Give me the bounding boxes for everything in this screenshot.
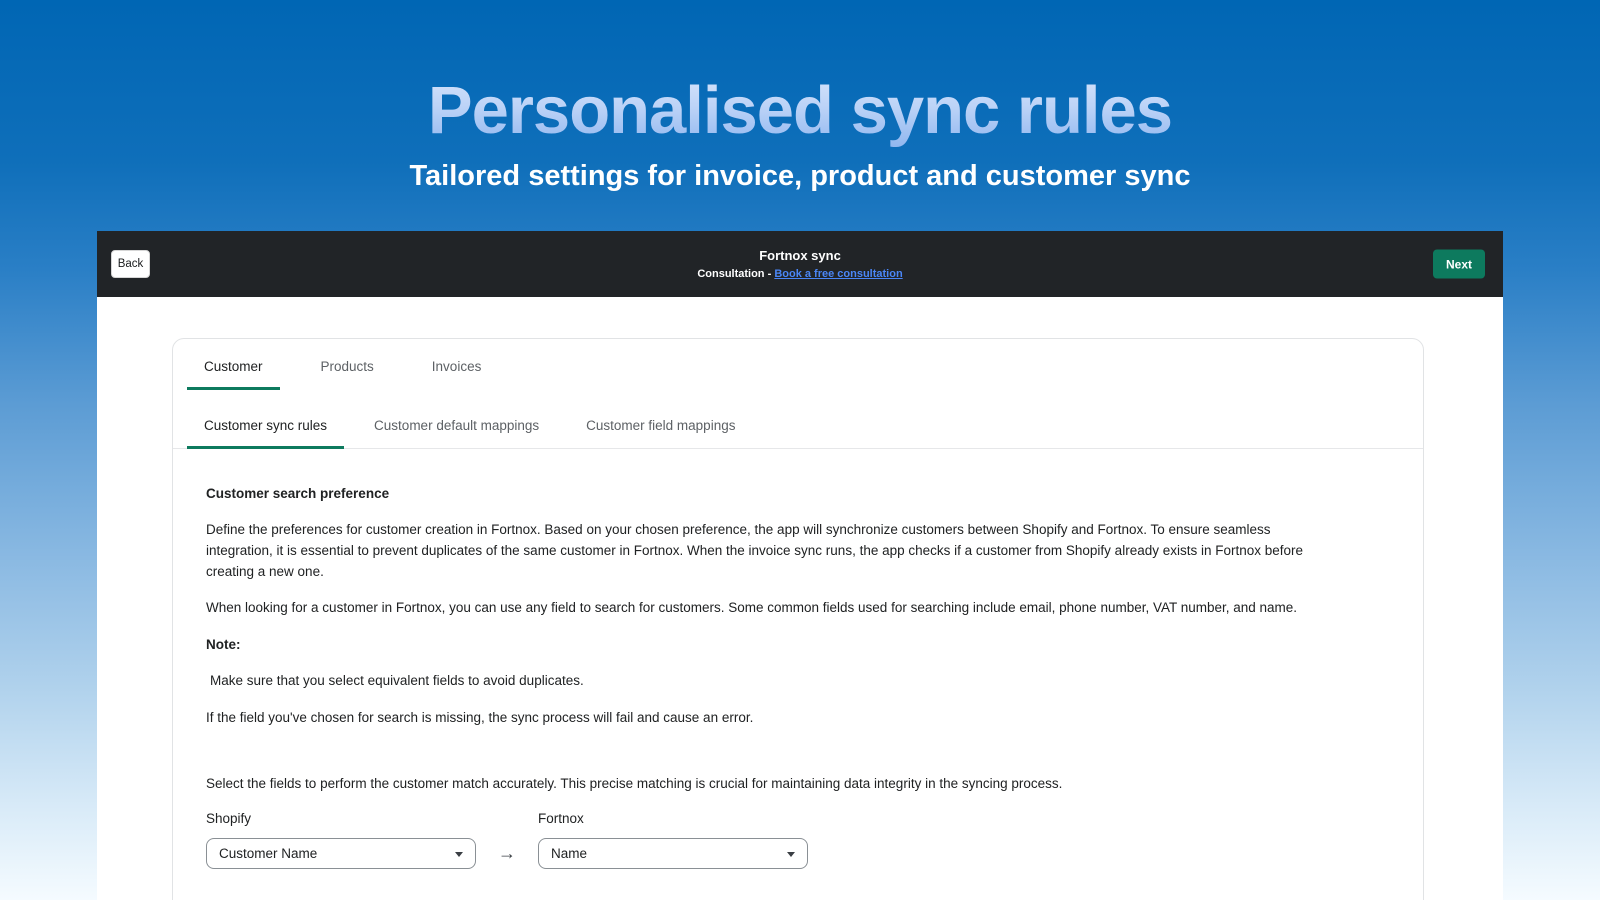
consultation-link[interactable]: Book a free consultation xyxy=(774,268,902,280)
caret-down-icon xyxy=(455,852,463,857)
select-instruction: Select the fields to perform the custome… xyxy=(206,773,1390,794)
description-paragraph-2: When looking for a customer in Fortnox, … xyxy=(206,597,1336,618)
subtab-customer-default-mappings[interactable]: Customer default mappings xyxy=(357,405,556,449)
shopify-label: Shopify xyxy=(206,808,476,829)
shopify-field-value: Customer Name xyxy=(219,843,317,864)
main-tabs: Customer Products Invoices xyxy=(173,339,1423,390)
fortnox-field-value: Name xyxy=(551,843,587,864)
fortnox-label: Fortnox xyxy=(538,808,808,829)
settings-card: Customer Products Invoices Customer sync… xyxy=(172,338,1424,900)
customer-subtabs: Customer sync rules Customer default map… xyxy=(173,405,1423,449)
subtab-customer-field-mappings[interactable]: Customer field mappings xyxy=(569,405,752,449)
field-mapping-row: Shopify Customer Name → Fortnox Name xyxy=(206,808,1390,869)
consultation-line: Consultation - Book a free consultation xyxy=(697,268,902,280)
note-heading: Note: xyxy=(206,634,1390,655)
page-subtitle: Tailored settings for invoice, product a… xyxy=(0,160,1600,193)
header-center: Fortnox sync Consultation - Book a free … xyxy=(97,231,1503,297)
app-window: Back Fortnox sync Consultation - Book a … xyxy=(97,231,1503,900)
fortnox-field-select[interactable]: Name xyxy=(538,838,808,869)
consultation-prefix: Consultation - xyxy=(697,268,774,280)
caret-down-icon xyxy=(787,852,795,857)
tab-products[interactable]: Products xyxy=(304,346,391,390)
description-paragraph-1: Define the preferences for customer crea… xyxy=(206,519,1336,582)
subtab-customer-sync-rules[interactable]: Customer sync rules xyxy=(187,405,344,449)
back-button[interactable]: Back xyxy=(111,250,150,278)
mapping-arrow-icon: → xyxy=(476,843,538,869)
section-heading: Customer search preference xyxy=(206,483,1390,504)
app-title: Fortnox sync xyxy=(759,248,841,263)
next-button[interactable]: Next xyxy=(1433,250,1485,279)
app-header: Back Fortnox sync Consultation - Book a … xyxy=(97,231,1503,297)
tab-customer[interactable]: Customer xyxy=(187,346,280,390)
page-title: Personalised sync rules xyxy=(0,72,1600,149)
note-line-1: Make sure that you select equivalent fie… xyxy=(206,670,1390,691)
fortnox-field-column: Fortnox Name xyxy=(538,808,808,869)
tab-invoices[interactable]: Invoices xyxy=(415,346,499,390)
shopify-field-select[interactable]: Customer Name xyxy=(206,838,476,869)
shopify-field-column: Shopify Customer Name xyxy=(206,808,476,869)
note-line-2: If the field you've chosen for search is… xyxy=(206,707,1390,728)
tab-panel-content: Customer search preference Define the pr… xyxy=(173,483,1423,869)
